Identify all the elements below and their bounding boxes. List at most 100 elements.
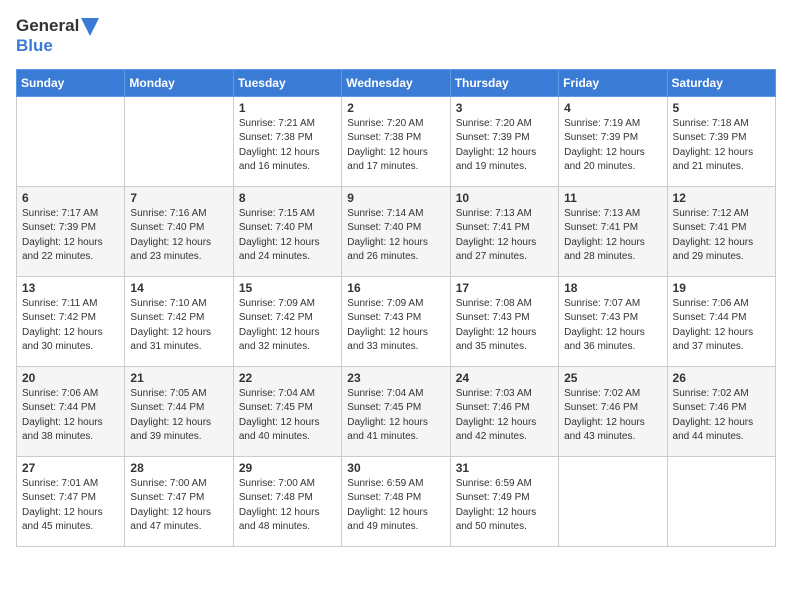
day-info: Sunrise: 7:03 AM Sunset: 7:46 PM Dayligh… — [456, 387, 553, 445]
day-of-week-header: Friday — [559, 69, 667, 96]
day-info: Sunrise: 7:08 AM Sunset: 7:43 PM Dayligh… — [456, 297, 553, 355]
day-info: Sunrise: 7:19 AM Sunset: 7:39 PM Dayligh… — [564, 117, 661, 175]
day-number: 17 — [456, 281, 553, 295]
calendar-day-cell: 11Sunrise: 7:13 AM Sunset: 7:41 PM Dayli… — [559, 186, 667, 276]
calendar-day-cell: 3 Sunrise: 7:20 AM Sunset: 7:39 PM Daylig… — [450, 96, 558, 186]
day-info: Sunrise: 7:13 AM Sunset: 7:41 PM Dayligh… — [564, 207, 661, 265]
day-number: 6 — [22, 191, 119, 205]
day-number: 19 — [673, 281, 770, 295]
day-info: Sunrise: 7:02 AM Sunset: 7:46 PM Dayligh… — [564, 387, 661, 445]
day-number: 29 — [239, 461, 336, 475]
calendar-day-cell: 22 Sunrise: 7:04 AM Sunset: 7:45 PM Dayli… — [233, 366, 341, 456]
calendar-day-cell: 31 Sunrise: 6:59 AM Sunset: 7:49 PM Dayli… — [450, 456, 558, 546]
calendar-day-cell: 28Sunrise: 7:00 AM Sunset: 7:47 PM Dayli… — [125, 456, 233, 546]
calendar-day-cell — [125, 96, 233, 186]
day-number: 27 — [22, 461, 119, 475]
day-info: Sunrise: 7:04 AM Sunset: 7:45 PM Dayligh… — [347, 387, 444, 445]
day-number: 15 — [239, 281, 336, 295]
calendar-day-cell: 19 Sunrise: 7:06 AM Sunset: 7:44 PM Dayli… — [667, 276, 775, 366]
day-info: Sunrise: 7:09 AM Sunset: 7:43 PM Dayligh… — [347, 297, 444, 355]
day-number: 21 — [130, 371, 227, 385]
calendar-day-cell: 27 Sunrise: 7:01 AM Sunset: 7:47 PM Dayli… — [17, 456, 125, 546]
day-of-week-header: Thursday — [450, 69, 558, 96]
calendar-day-cell: 16Sunrise: 7:09 AM Sunset: 7:43 PM Dayli… — [342, 276, 450, 366]
calendar-day-cell — [667, 456, 775, 546]
calendar-day-cell: 14 Sunrise: 7:10 AM Sunset: 7:42 PM Dayli… — [125, 276, 233, 366]
calendar-day-cell: 20Sunrise: 7:06 AM Sunset: 7:44 PM Dayli… — [17, 366, 125, 456]
calendar-day-cell: 1 Sunrise: 7:21 AM Sunset: 7:38 PM Daylig… — [233, 96, 341, 186]
day-number: 7 — [130, 191, 227, 205]
day-info: Sunrise: 7:04 AM Sunset: 7:45 PM Dayligh… — [239, 387, 336, 445]
day-info: Sunrise: 7:00 AM Sunset: 7:48 PM Dayligh… — [239, 477, 336, 535]
day-number: 9 — [347, 191, 444, 205]
day-number: 25 — [564, 371, 661, 385]
day-number: 31 — [456, 461, 553, 475]
calendar-day-cell: 7Sunrise: 7:16 AM Sunset: 7:40 PM Daylig… — [125, 186, 233, 276]
day-of-week-header: Sunday — [17, 69, 125, 96]
calendar-day-cell: 13 Sunrise: 7:11 AM Sunset: 7:42 PM Dayli… — [17, 276, 125, 366]
day-number: 10 — [456, 191, 553, 205]
day-info: Sunrise: 7:14 AM Sunset: 7:40 PM Dayligh… — [347, 207, 444, 265]
day-info: Sunrise: 6:59 AM Sunset: 7:49 PM Dayligh… — [456, 477, 553, 535]
calendar-day-cell: 5Sunrise: 7:18 AM Sunset: 7:39 PM Daylig… — [667, 96, 775, 186]
day-number: 22 — [239, 371, 336, 385]
logo-text: General Blue — [16, 16, 99, 57]
calendar-day-cell: 8Sunrise: 7:15 AM Sunset: 7:40 PM Daylig… — [233, 186, 341, 276]
logo-arrow-icon — [81, 18, 99, 36]
day-info: Sunrise: 7:12 AM Sunset: 7:41 PM Dayligh… — [673, 207, 770, 265]
day-number: 13 — [22, 281, 119, 295]
calendar-day-cell: 6 Sunrise: 7:17 AM Sunset: 7:39 PM Daylig… — [17, 186, 125, 276]
day-info: Sunrise: 7:07 AM Sunset: 7:43 PM Dayligh… — [564, 297, 661, 355]
calendar-day-cell: 26 Sunrise: 7:02 AM Sunset: 7:46 PM Dayli… — [667, 366, 775, 456]
day-of-week-header: Tuesday — [233, 69, 341, 96]
day-info: Sunrise: 7:21 AM Sunset: 7:38 PM Dayligh… — [239, 117, 336, 175]
day-number: 26 — [673, 371, 770, 385]
day-info: Sunrise: 7:13 AM Sunset: 7:41 PM Dayligh… — [456, 207, 553, 265]
day-of-week-header: Wednesday — [342, 69, 450, 96]
day-number: 30 — [347, 461, 444, 475]
calendar-day-cell: 2Sunrise: 7:20 AM Sunset: 7:38 PM Daylig… — [342, 96, 450, 186]
day-number: 1 — [239, 101, 336, 115]
logo-blue: Blue — [16, 36, 53, 55]
calendar-week-row: 20Sunrise: 7:06 AM Sunset: 7:44 PM Dayli… — [17, 366, 776, 456]
day-info: Sunrise: 7:06 AM Sunset: 7:44 PM Dayligh… — [673, 297, 770, 355]
day-number: 4 — [564, 101, 661, 115]
day-info: Sunrise: 7:01 AM Sunset: 7:47 PM Dayligh… — [22, 477, 119, 535]
calendar-week-row: 1 Sunrise: 7:21 AM Sunset: 7:38 PM Daylig… — [17, 96, 776, 186]
calendar-day-cell: 29 Sunrise: 7:00 AM Sunset: 7:48 PM Dayli… — [233, 456, 341, 546]
logo: General Blue — [16, 16, 99, 57]
day-info: Sunrise: 6:59 AM Sunset: 7:48 PM Dayligh… — [347, 477, 444, 535]
day-number: 3 — [456, 101, 553, 115]
calendar-day-cell: 4 Sunrise: 7:19 AM Sunset: 7:39 PM Daylig… — [559, 96, 667, 186]
day-number: 14 — [130, 281, 227, 295]
calendar-day-cell — [559, 456, 667, 546]
calendar-day-cell: 9 Sunrise: 7:14 AM Sunset: 7:40 PM Daylig… — [342, 186, 450, 276]
day-info: Sunrise: 7:17 AM Sunset: 7:39 PM Dayligh… — [22, 207, 119, 265]
day-number: 12 — [673, 191, 770, 205]
day-number: 28 — [130, 461, 227, 475]
day-number: 2 — [347, 101, 444, 115]
calendar-day-cell — [17, 96, 125, 186]
page-header: General Blue — [16, 16, 776, 57]
day-number: 5 — [673, 101, 770, 115]
day-info: Sunrise: 7:11 AM Sunset: 7:42 PM Dayligh… — [22, 297, 119, 355]
calendar-day-cell: 30 Sunrise: 6:59 AM Sunset: 7:48 PM Dayli… — [342, 456, 450, 546]
day-number: 18 — [564, 281, 661, 295]
calendar-day-cell: 18 Sunrise: 7:07 AM Sunset: 7:43 PM Dayli… — [559, 276, 667, 366]
calendar-day-cell: 23 Sunrise: 7:04 AM Sunset: 7:45 PM Dayli… — [342, 366, 450, 456]
calendar-day-cell: 17 Sunrise: 7:08 AM Sunset: 7:43 PM Dayli… — [450, 276, 558, 366]
day-info: Sunrise: 7:10 AM Sunset: 7:42 PM Dayligh… — [130, 297, 227, 355]
calendar-day-cell: 24 Sunrise: 7:03 AM Sunset: 7:46 PM Dayli… — [450, 366, 558, 456]
day-number: 23 — [347, 371, 444, 385]
day-info: Sunrise: 7:20 AM Sunset: 7:39 PM Dayligh… — [456, 117, 553, 175]
day-info: Sunrise: 7:05 AM Sunset: 7:44 PM Dayligh… — [130, 387, 227, 445]
day-number: 20 — [22, 371, 119, 385]
logo-general: General — [16, 16, 79, 35]
calendar-day-cell: 12 Sunrise: 7:12 AM Sunset: 7:41 PM Dayli… — [667, 186, 775, 276]
day-info: Sunrise: 7:09 AM Sunset: 7:42 PM Dayligh… — [239, 297, 336, 355]
day-of-week-header: Saturday — [667, 69, 775, 96]
day-number: 24 — [456, 371, 553, 385]
calendar-table: SundayMondayTuesdayWednesdayThursdayFrid… — [16, 69, 776, 547]
calendar-day-cell: 25 Sunrise: 7:02 AM Sunset: 7:46 PM Dayli… — [559, 366, 667, 456]
day-info: Sunrise: 7:02 AM Sunset: 7:46 PM Dayligh… — [673, 387, 770, 445]
